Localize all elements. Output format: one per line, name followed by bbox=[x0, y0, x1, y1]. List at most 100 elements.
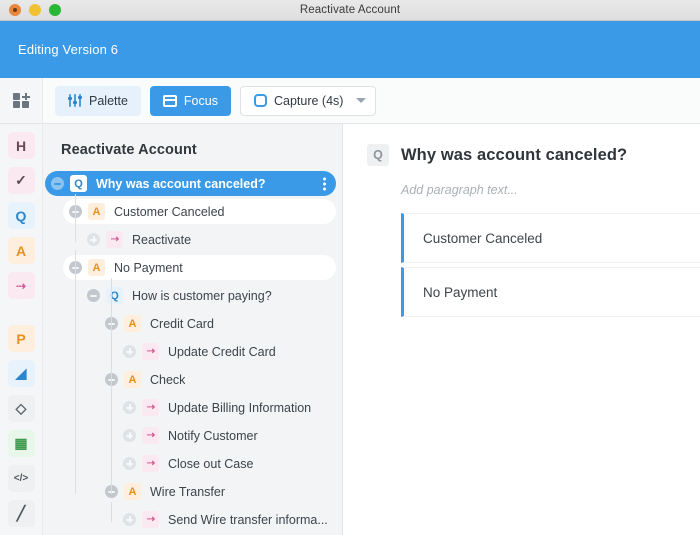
tree-node[interactable]: ⇢ Reactivate bbox=[43, 226, 342, 253]
sliders-icon bbox=[68, 94, 82, 107]
detail-header: Q Why was account canceled? bbox=[367, 144, 700, 166]
tree-node-content: ⇢ Close out Case bbox=[43, 450, 342, 477]
collapse-toggle-icon[interactable] bbox=[51, 177, 64, 190]
add-child-icon[interactable] bbox=[123, 345, 136, 358]
node-type-answer-icon: A bbox=[88, 203, 105, 220]
tree-node-label: Why was account canceled? bbox=[96, 176, 266, 191]
tree-node-content: A Wire Transfer bbox=[43, 478, 342, 505]
rail-answer-icon[interactable]: A bbox=[7, 237, 35, 264]
palette-button-label: Palette bbox=[89, 93, 128, 108]
app-header: Editing Version 6 bbox=[0, 21, 700, 78]
tree-title: Reactivate Account bbox=[61, 142, 197, 158]
tree-node-content: ⇢ Update Billing Information bbox=[43, 394, 342, 421]
tree-node-label: Update Credit Card bbox=[168, 344, 276, 359]
tree-node-content: ⇢ Notify Customer bbox=[43, 422, 342, 449]
tree-node-content: A Credit Card bbox=[43, 310, 342, 337]
node-type-action-icon: ⇢ bbox=[142, 343, 159, 360]
tree-connector-line bbox=[111, 390, 112, 466]
rail-checklist-icon[interactable]: ✓ bbox=[7, 167, 35, 194]
tree-node-label: Check bbox=[150, 372, 186, 387]
tree-node[interactable]: A Check bbox=[43, 366, 342, 393]
window-titlebar: Reactivate Account bbox=[0, 0, 700, 21]
tree-node-menu-icon[interactable] bbox=[323, 177, 326, 190]
rail-code-icon[interactable]: </> bbox=[7, 465, 35, 492]
tree-node[interactable]: ⇢ Send Wire transfer informa... bbox=[43, 506, 342, 533]
rail-paragraph-icon[interactable]: P bbox=[7, 325, 35, 352]
rail-image-icon[interactable]: ◢ bbox=[7, 360, 35, 387]
paragraph-placeholder[interactable]: Add paragraph text... bbox=[401, 183, 700, 197]
node-type-action-icon: ⇢ bbox=[142, 399, 159, 416]
tree-node-content: A No Payment bbox=[43, 254, 342, 281]
add-child-icon[interactable] bbox=[123, 513, 136, 526]
tree-node[interactable]: ⇢ Update Credit Card bbox=[43, 338, 342, 365]
flow-tree-panel: Reactivate Account Q Why was account canc… bbox=[43, 124, 343, 535]
tree-node-label: Send Wire transfer informa... bbox=[168, 512, 328, 527]
tree-node[interactable]: ⇢ Close out Case bbox=[43, 450, 342, 477]
window-title: Reactivate Account bbox=[299, 3, 401, 16]
chevron-down-icon[interactable] bbox=[356, 98, 367, 103]
add-child-icon[interactable] bbox=[123, 429, 136, 442]
tree-node-content: ⇢ Update Credit Card bbox=[43, 338, 342, 365]
node-type-answer-icon: A bbox=[88, 259, 105, 276]
tree-node-label: Wire Transfer bbox=[150, 484, 226, 499]
tree-connector-line bbox=[111, 334, 112, 354]
tree-node-label: Notify Customer bbox=[168, 428, 258, 443]
detail-title[interactable]: Why was account canceled? bbox=[401, 146, 627, 165]
tree-node-content: Q How is customer paying? bbox=[43, 282, 342, 309]
tree-connector-line bbox=[75, 250, 76, 494]
answer-row[interactable]: Customer Canceled bbox=[401, 213, 700, 263]
node-type-action-icon: ⇢ bbox=[142, 511, 159, 528]
add-child-icon[interactable] bbox=[123, 401, 136, 414]
grid-add-icon bbox=[12, 93, 30, 108]
tree-node-label: How is customer paying? bbox=[132, 288, 272, 303]
rail-decision-icon[interactable]: ◇ bbox=[7, 395, 35, 422]
tree-node[interactable]: ⇢ Notify Customer bbox=[43, 422, 342, 449]
node-type-action-icon: ⇢ bbox=[142, 427, 159, 444]
tree-node[interactable]: A Credit Card bbox=[43, 310, 342, 337]
app-body: H ✓ Q A ⇢ P ◢ ◇ ▦ </> ╱ Reactivate Account Q Why wa… bbox=[0, 124, 700, 535]
tree-node[interactable]: Q How is customer paying? bbox=[43, 282, 342, 309]
tree-node-label: No Payment bbox=[114, 260, 183, 275]
tree-node-label: Credit Card bbox=[150, 316, 214, 331]
add-child-icon[interactable] bbox=[87, 233, 100, 246]
node-type-question-icon: Q bbox=[70, 175, 87, 192]
apps-button[interactable] bbox=[0, 78, 43, 123]
tree-connector-line bbox=[75, 194, 76, 242]
focus-button-label: Focus bbox=[183, 93, 218, 108]
tree-node-label: Customer Canceled bbox=[114, 204, 225, 219]
capture-icon bbox=[253, 94, 267, 107]
node-type-action-icon: ⇢ bbox=[106, 231, 123, 248]
detail-panel: Q Why was account canceled? Add paragrap… bbox=[343, 124, 700, 535]
capture-button-label: Capture (4s) bbox=[273, 93, 344, 108]
tree-connector-line bbox=[111, 502, 112, 522]
main-toolbar: Palette Focus Capture (4s) bbox=[0, 78, 700, 124]
rail-table-icon[interactable]: ▦ bbox=[7, 430, 35, 457]
tree-node[interactable]: A No Payment bbox=[43, 254, 342, 281]
rail-pen-icon[interactable]: ╱ bbox=[7, 500, 35, 527]
tree-node-content: ⇢ Send Wire transfer informa... bbox=[43, 506, 342, 533]
editing-version-label: Editing Version 6 bbox=[18, 42, 119, 57]
tree-node-label: Reactivate bbox=[132, 232, 192, 247]
node-type-answer-icon: A bbox=[124, 483, 141, 500]
toolbar-buttons: Palette Focus Capture (4s) bbox=[43, 85, 377, 116]
answer-list: Customer Canceled No Payment bbox=[401, 213, 700, 317]
tree-node[interactable]: Q Why was account canceled? bbox=[43, 170, 342, 197]
element-palette-rail: H ✓ Q A ⇢ P ◢ ◇ ▦ </> ╱ bbox=[0, 124, 43, 535]
tree-node-content: A Customer Canceled bbox=[43, 198, 342, 225]
add-child-icon[interactable] bbox=[123, 457, 136, 470]
capture-button[interactable]: Capture (4s) bbox=[239, 85, 377, 116]
tree-node[interactable]: A Customer Canceled bbox=[43, 198, 342, 225]
palette-button[interactable]: Palette bbox=[55, 85, 141, 116]
focus-button[interactable]: Focus bbox=[149, 85, 231, 116]
tree-node-list: Q Why was account canceled? A Customer Canc… bbox=[43, 170, 342, 533]
tree-node-label: Update Billing Information bbox=[168, 400, 312, 415]
answer-row[interactable]: No Payment bbox=[401, 267, 700, 317]
node-type-action-icon: ⇢ bbox=[142, 455, 159, 472]
tree-node[interactable]: A Wire Transfer bbox=[43, 478, 342, 505]
rail-question-icon[interactable]: Q bbox=[7, 202, 35, 229]
rail-action-icon[interactable]: ⇢ bbox=[7, 272, 35, 299]
tree-node[interactable]: ⇢ Update Billing Information bbox=[43, 394, 342, 421]
collapse-toggle-icon[interactable] bbox=[87, 289, 100, 302]
rail-header-icon[interactable]: H bbox=[7, 132, 35, 159]
tree-node-content: Q Why was account canceled? bbox=[43, 170, 342, 197]
